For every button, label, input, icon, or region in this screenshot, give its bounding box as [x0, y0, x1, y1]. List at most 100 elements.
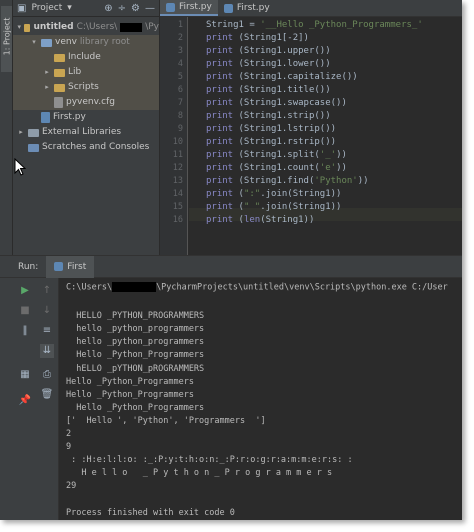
project-view-icon: ▣ — [17, 2, 27, 14]
print-icon[interactable]: ⎙ — [40, 368, 54, 382]
mouse-cursor-icon — [14, 158, 26, 176]
hide-icon[interactable]: — — [145, 3, 155, 14]
console-output[interactable]: C:\Users\ \PycharmProjects\untitled\venv\… — [60, 278, 462, 520]
console-line: : :H:e:l:l:o: :_:P:y:t:h:o:n:_:P:r:o:g:r… — [66, 455, 353, 466]
code-line: print (String1.find('Python')) — [206, 176, 369, 186]
tree-item[interactable]: ▸ Scripts — [13, 80, 159, 95]
folder-icon — [24, 23, 31, 32]
console-line: HELLO _PYTHON_PROGRAMMERS — [66, 311, 205, 322]
console-line: 9 — [66, 442, 72, 453]
run-panel: Run: First ▶ ↑ ■ ↓ ‖ ≡ ⇊ ▦ ⎙ 🗑 📌 C:\User… — [0, 255, 462, 520]
line-number: 14 — [172, 189, 183, 199]
tree-item[interactable]: ▾ untitled C:\Users\ \Py — [13, 20, 159, 35]
tree-item[interactable]: ▸ Lib — [13, 65, 159, 80]
layout-icon[interactable]: ▦ — [18, 368, 32, 382]
down-arrow-icon[interactable]: ↓ — [40, 304, 54, 318]
run-tab-label: First — [67, 261, 87, 272]
code-line: print (":".join(String1)) — [206, 189, 342, 199]
line-number: 2 — [177, 33, 183, 43]
sync-icon[interactable]: ⊕ — [104, 3, 112, 14]
chevron-down-icon[interactable]: ▾ — [17, 20, 21, 35]
console-line: 29 — [66, 481, 77, 492]
line-number: 7 — [177, 98, 183, 108]
code-editor: First.py First.py 1 2 3 4 5 6 7 8 9 10 11 12 13 14 15 1… — [159, 0, 462, 255]
code-line: print (String1.title()) — [206, 85, 331, 95]
code-line: print (" ".join(String1)) — [206, 202, 342, 212]
python-file-icon — [166, 2, 175, 12]
code-line: print (String1.strip()) — [206, 111, 331, 121]
chevron-right-icon[interactable]: ▸ — [17, 125, 25, 140]
redacted-username — [120, 23, 143, 32]
chevron-right-icon[interactable]: ▸ — [43, 80, 51, 95]
code-line: print (String1.count('e')) — [206, 163, 347, 173]
tree-item-extra: \Py — [145, 22, 159, 32]
tree-item[interactable]: ▸ External Libraries — [13, 125, 159, 140]
line-number: 3 — [177, 46, 183, 56]
console-line: H e l l o _ P y t h o n _ P r o g r a m … — [66, 468, 333, 479]
line-number-gutter: 1 2 3 4 5 6 7 8 9 10 11 12 13 14 15 16 — [160, 17, 188, 255]
console-line: Hello _Python_Programmers — [66, 389, 194, 400]
line-number: 10 — [172, 137, 183, 147]
line-number: 11 — [172, 150, 183, 160]
tree-item-label: Scratches and Consoles — [42, 142, 150, 152]
code-line: print (String1.rstrip()) — [206, 137, 337, 147]
tab-label: First.py — [179, 1, 212, 12]
chevron-right-icon[interactable]: ▸ — [43, 65, 51, 80]
tree-item-extra: library root — [79, 37, 130, 47]
console-line: hello _python_programmers — [66, 337, 205, 348]
rerun-icon[interactable]: ▶ — [18, 284, 32, 298]
tree-item[interactable]: Scratches and Consoles — [13, 140, 159, 155]
code-line: print (String1.upper()) — [206, 46, 331, 56]
tree-item[interactable]: pyvenv.cfg — [13, 95, 159, 110]
tree-item[interactable]: ▾ venv library root — [13, 35, 159, 50]
console-line: hELLO _pYTHON_pROGRAMMERS — [66, 363, 205, 374]
tab-first-py-2[interactable]: First.py — [218, 0, 276, 16]
tree-item-label: venv — [55, 37, 77, 47]
project-tool-tab[interactable]: 1: Project — [1, 6, 12, 72]
up-arrow-icon[interactable]: ↑ — [40, 284, 54, 298]
line-number: 8 — [177, 111, 183, 121]
tree-item-label: External Libraries — [42, 127, 122, 137]
line-number: 12 — [172, 163, 183, 173]
folder-icon — [54, 68, 65, 77]
soft-wrap-icon[interactable]: ≡ — [40, 324, 54, 338]
run-tab-first[interactable]: First — [46, 255, 95, 278]
collapse-icon[interactable]: ÷ — [118, 3, 126, 14]
project-panel-header: ▣ Project ▾ ⊕ ÷ ⚙ — — [13, 0, 159, 17]
code-line: print (String1.split('_')) — [206, 150, 347, 160]
trash-icon[interactable]: 🗑 — [40, 388, 54, 402]
console-line: Hello _Python_Programmers — [66, 376, 194, 387]
tree-item-label: pyvenv.cfg — [66, 97, 115, 107]
code-line: print (String1.capitalize()) — [206, 72, 358, 82]
folder-icon — [41, 38, 52, 47]
tree-item[interactable]: First.py — [13, 110, 159, 125]
scroll-to-end-icon[interactable]: ⇊ — [40, 344, 54, 358]
line-number: 15 — [172, 202, 183, 212]
chevron-down-icon[interactable]: ▾ — [67, 3, 72, 13]
chevron-down-icon[interactable]: ▾ — [30, 35, 38, 50]
stop-icon[interactable]: ■ — [18, 304, 32, 318]
pause-icon[interactable]: ‖ — [18, 324, 32, 338]
redacted-username — [112, 282, 157, 292]
pin-icon[interactable]: 📌 — [18, 394, 32, 408]
code-line: print (String1.swapcase()) — [206, 98, 347, 108]
line-number: 16 — [172, 215, 183, 225]
tab-first-py-1[interactable]: First.py — [160, 0, 218, 16]
python-file-icon — [54, 262, 64, 271]
project-view-selector[interactable]: Project — [31, 3, 62, 13]
line-number: 4 — [177, 59, 183, 69]
code-line: print (String1.lower()) — [206, 59, 331, 69]
tree-item-label: First.py — [53, 112, 86, 122]
console-line: [' Hello ', 'Python', 'Programmers '] — [66, 415, 266, 426]
run-panel-header: Run: First — [0, 255, 462, 278]
console-line: Hello _Python_Programmers — [66, 350, 205, 361]
tree-item[interactable]: Include — [13, 50, 159, 65]
line-number: 6 — [177, 85, 183, 95]
python-file-icon — [223, 3, 233, 13]
line-number: 9 — [177, 124, 183, 134]
gear-icon[interactable]: ⚙ — [131, 3, 140, 14]
editor-tabs: First.py First.py — [160, 0, 462, 17]
python-file-icon — [41, 112, 50, 123]
code-line: print (String1[-2]) — [206, 33, 309, 43]
run-label: Run: — [18, 261, 39, 272]
